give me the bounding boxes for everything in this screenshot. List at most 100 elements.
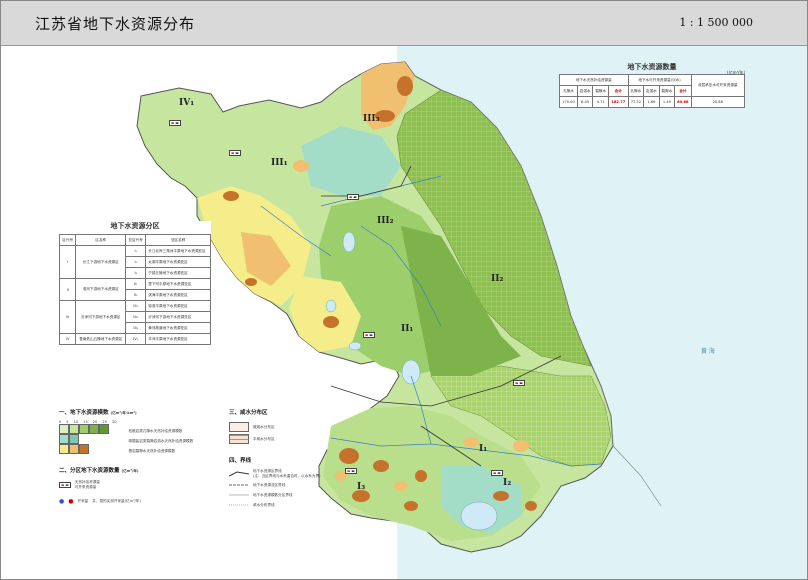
map-quantity-box: ▬ ▬ — [513, 380, 525, 386]
qty-value: 182.77 — [607, 96, 629, 108]
subzone-code: II₁ — [125, 278, 147, 290]
zone-code: IV — [58, 333, 77, 345]
legend4-item: 地下水资源模数分区界线 — [253, 492, 293, 497]
quantity-table-panel: 地下水资源数量 (亿m³/年) 地下水天然补给资源量 地下水可开采资源量(淡水)… — [559, 62, 745, 108]
qty-sub-header: 孔隙水 — [627, 85, 645, 97]
qty-value: 1.49 — [658, 96, 676, 108]
qty-value: 4.71 — [592, 96, 609, 108]
subzone-name: 丰沛平原地下水资源亚区 — [145, 333, 211, 345]
zone-name: 鲁南低山丘陵地下水资源区 — [75, 333, 127, 345]
well-dot-icon: ● — [59, 498, 65, 505]
qty-group-header: 深层承压水可开采资源量 — [690, 74, 745, 97]
subzone-name: 长江北岸三角洲平原地下水资源亚区 — [145, 245, 211, 257]
qty-group-header: 地下水天然补给资源量 — [559, 74, 629, 86]
saline-boundary-icon — [229, 504, 249, 506]
quantity-table: 地下水天然补给资源量 地下水可开采资源量(淡水) 深层承压水可开采资源量 孔隙水… — [559, 74, 745, 108]
zone-label-iv1: IV₁ — [179, 98, 195, 108]
qty-value: 77.52 — [627, 96, 645, 108]
zone-code: I — [58, 245, 77, 279]
subzone-code: III₁ — [125, 300, 147, 312]
legend4-item: (注：当区界线与水系重合时，以水系为界) — [253, 474, 321, 478]
legend-zone-quantity: 二、分区地下水资源数量 (亿m³/年) ▬ ▬ 天然补给资源量 可开采资源量 ●… — [59, 466, 219, 507]
legend-saline: 三、咸水分布区 微咸水分布区 半咸水分布区 — [229, 408, 329, 446]
zone-name: 长江下游地下水资源区 — [75, 245, 127, 279]
legend-modulus: 一、地下水资源模数 (亿m³/年·km²) 0 5 10 15 20 25 30 — [59, 408, 219, 456]
ramp-tick: 30 — [111, 420, 117, 424]
zone-label-ii2: II₂ — [491, 274, 504, 284]
qty-sub-header: 裂隙水 — [592, 85, 609, 97]
subzone-code: I₃ — [125, 267, 147, 279]
subzone-code: I₂ — [125, 256, 147, 268]
quantity-table-unit: (亿m³/年) — [727, 70, 745, 75]
qty-value: 80.68 — [674, 96, 692, 108]
zone-label-ii1: II₁ — [401, 324, 414, 334]
zone-name: 沂沭河下游地下水资源区 — [75, 300, 127, 334]
qty-sub-header: 合计 — [607, 85, 629, 97]
zone-table-header: 区名称 — [75, 234, 127, 246]
semi-saline-swatch — [229, 434, 249, 444]
map-quantity-box: ▬ ▬ — [229, 150, 241, 156]
legend1-title: 一、地下水资源模数 — [59, 410, 109, 416]
quantity-table-title: 地下水资源数量 — [627, 63, 677, 71]
qty-deep-value: 20.88 — [690, 96, 745, 108]
qty-value: 1.66 — [643, 96, 660, 108]
qty-value: 170.00 — [559, 96, 578, 108]
map-quantity-box: ▬ ▬ — [169, 120, 181, 126]
map-quantity-box: ▬ ▬ — [347, 194, 359, 200]
zone-label-iii2: III₂ — [377, 216, 394, 226]
title-bar: 江苏省地下水资源分布 1 : 1 500 000 — [1, 1, 807, 46]
subzone-name: 徐淮平原地下水资源亚区 — [145, 300, 211, 312]
qty-value: 8.05 — [576, 96, 594, 108]
map-quantity-box: ▬ ▬ — [345, 468, 357, 474]
legend1-item: 碳酸盐岩类裂隙岩溶水天然补给资源模数 — [128, 439, 194, 443]
subzone-name: 宁镇丘陵地下水资源亚区 — [145, 267, 211, 279]
legend1-color-ramp: 0 5 10 15 20 25 30 — [59, 420, 116, 456]
subzone-code: II₂ — [125, 289, 147, 301]
subzone-code: I₁ — [125, 245, 147, 257]
map-quantity-box: ▬ ▬ — [363, 332, 375, 338]
legend1-unit: (亿m³/年·km²) — [110, 411, 137, 415]
legend2-sample-box: ▬ ▬ — [59, 482, 71, 488]
legend2-item: 可开采资源量 — [74, 485, 97, 489]
legend3-item: 微咸水分布区 — [253, 424, 275, 429]
zone-label-i1: I₁ — [479, 444, 488, 454]
subzone-name: 滨海平原地下水资源亚区 — [145, 289, 211, 301]
zone-label-iii1: III₁ — [271, 158, 288, 168]
legend2-dot-label: 开采量 — [77, 499, 89, 503]
zone-table-header: 亚区代号 — [125, 234, 147, 246]
legend1-item: 松散岩类孔隙水天然补给资源模数 — [128, 429, 183, 433]
subzone-boundary-icon — [229, 484, 249, 486]
zone-label-iii3: III₃ — [363, 114, 380, 124]
legend2-extra: 井、泉的实测开采量(亿m³/年) — [92, 499, 141, 503]
qty-sub-header: 裂隙水 — [658, 85, 676, 97]
zone-table: 区代号 区名称 亚区代号 亚区名称 I 长江下游地下水资源区 I₁ 长江北岸三角… — [58, 234, 211, 345]
subzone-name: 沂沭河下游地下水资源亚区 — [145, 311, 211, 323]
zone-code: III — [58, 300, 77, 334]
subzone-name: 黄河故道地下水资源亚区 — [145, 322, 211, 334]
zone-code: II — [58, 278, 77, 301]
modulus-boundary-icon — [229, 494, 249, 496]
map-title: 江苏省地下水资源分布 — [35, 15, 196, 33]
legend1-item: 基岩裂隙水天然补给资源模数 — [128, 449, 176, 453]
qty-sub-header: 合计 — [674, 85, 692, 97]
brackish-swatch — [229, 422, 249, 432]
legend-boundaries: 四、界线 地下水资源区界线 (注：当区界线与水系重合时，以水系为界) 地下水资源… — [229, 456, 339, 511]
qty-sub-header: 孔隙水 — [559, 85, 578, 97]
zone-label-i3: I₃ — [357, 482, 366, 492]
zone-table-header: 亚区名称 — [145, 234, 211, 246]
qty-group-header: 地下水可开采资源量(淡水) — [627, 74, 692, 86]
zone-table-header: 区代号 — [58, 234, 77, 246]
qty-sub-header: 岩溶水 — [576, 85, 594, 97]
zone-label-i2: I₂ — [503, 478, 512, 488]
zone-boundary-icon — [229, 471, 249, 477]
zone-table-panel: 地下水资源分区 区代号 区名称 亚区代号 亚区名称 I 长江下游地下水资源区 I… — [58, 221, 211, 345]
subzone-code: III₃ — [125, 322, 147, 334]
legend3-item: 半咸水分布区 — [253, 436, 275, 441]
legend4-item: 地下水资源亚区界线 — [253, 482, 286, 487]
map-area: IV₁ III₁ III₂ III₃ II₁ II₂ I₁ I₂ I₃ 黄 海 … — [1, 46, 807, 579]
subzone-code: III₂ — [125, 311, 147, 323]
map-frame: 江苏省地下水资源分布 1 : 1 500 000 IV₁ III₁ III₂ I… — [0, 0, 808, 580]
subzone-code: IV₁ — [125, 333, 147, 345]
legend4-item: 咸水分布界线 — [253, 502, 275, 507]
legend2-title: 二、分区地下水资源数量 — [59, 468, 120, 474]
